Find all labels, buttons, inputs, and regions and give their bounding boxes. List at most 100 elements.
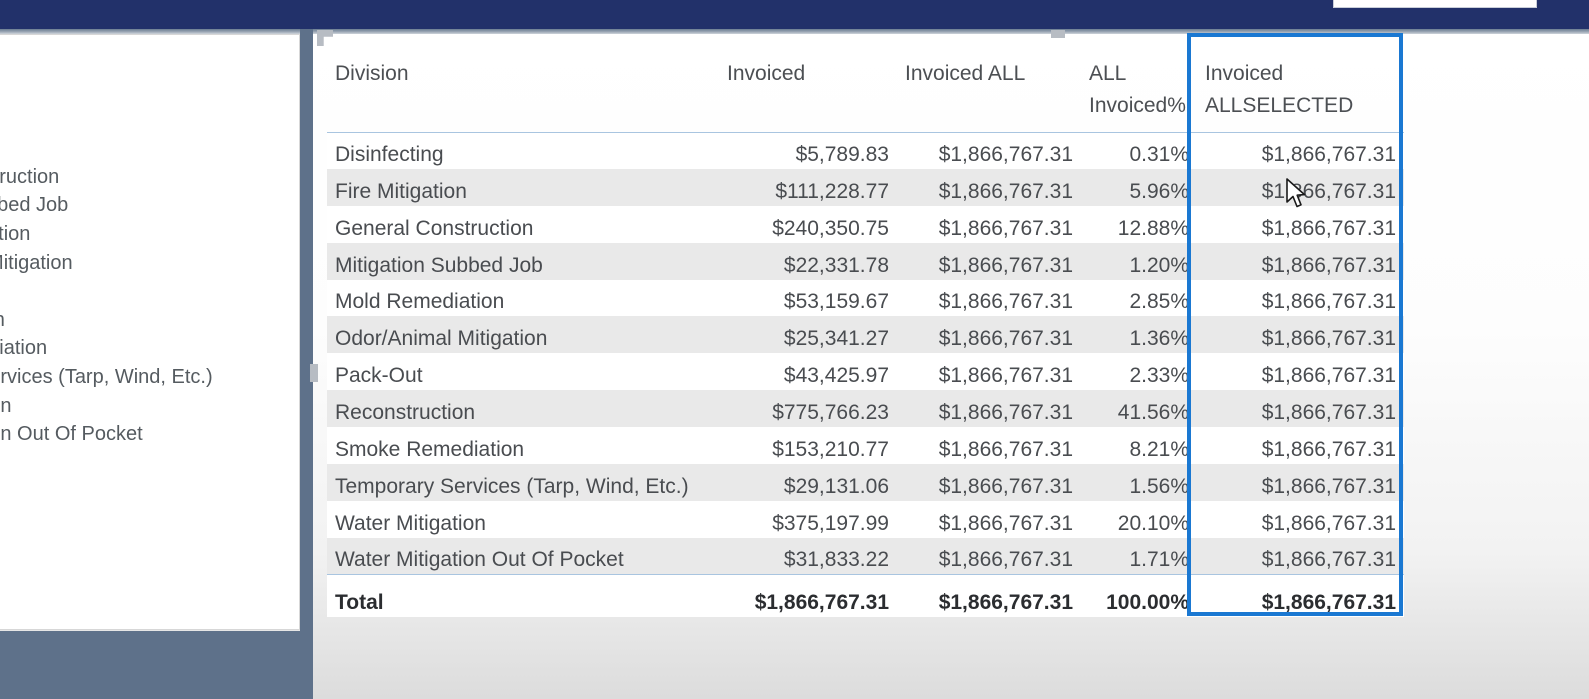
table-row[interactable]: Fire Mitigation $111,228.77 $1,866,767.31 5…	[327, 168, 1404, 206]
cell-invoiced: $375,197.99	[719, 500, 897, 538]
cell-all-invoiced-pct: 1.71%	[1081, 537, 1197, 575]
cell-division: General Construction	[327, 205, 719, 243]
table-row[interactable]: Reconstruction $775,766.23 $1,866,767.31 41…	[327, 390, 1404, 428]
slicer-item[interactable]: construction	[0, 306, 289, 335]
total-cell-invoiced-all: $1,866,767.31	[897, 574, 1081, 617]
cell-invoiced: $775,766.23	[719, 390, 897, 428]
table-row[interactable]: Water Mitigation Out Of Pocket $31,833.22…	[327, 537, 1404, 575]
slicer-item[interactable]: ld Remediation	[0, 220, 289, 249]
cell-invoiced: $25,341.27	[719, 316, 897, 354]
table-row[interactable]: Pack-Out $43,425.97 $1,866,767.31 2.33% $1,8…	[327, 353, 1404, 391]
column-header-all-invoiced-pct-line2: Invoiced%	[1089, 94, 1186, 117]
visual-resize-handle-top-middle[interactable]	[1051, 30, 1065, 38]
table-body[interactable]: Disinfecting $5,789.83 $1,866,767.31 0.31% $…	[327, 132, 1404, 617]
column-header-invoiced-allselected-line1: Invoiced	[1205, 62, 1284, 85]
table-row[interactable]: General Construction $240,350.75 $1,866,76…	[327, 205, 1404, 243]
cell-all-invoiced-pct: 2.85%	[1081, 279, 1197, 317]
slicer-item[interactable]: igation Subbed Job	[0, 191, 289, 220]
cell-division: Pack-Out	[327, 353, 719, 391]
mouse-cursor-icon	[1286, 178, 1306, 208]
slicer-item[interactable]: mporary Services (Tarp, Wind, Etc.)	[0, 363, 289, 392]
cell-division: Smoke Remediation	[327, 427, 719, 465]
cell-all-invoiced-pct: 0.31%	[1081, 132, 1197, 169]
table-row[interactable]: Mold Remediation $53,159.67 $1,866,767.31 2…	[327, 279, 1404, 317]
cell-all-invoiced-pct: 2.33%	[1081, 353, 1197, 391]
cell-invoiced-all: $1,866,767.31	[897, 427, 1081, 465]
cell-invoiced: $111,228.77	[719, 168, 897, 206]
column-header-invoiced[interactable]: Invoiced	[719, 40, 897, 133]
cell-invoiced: $240,350.75	[719, 205, 897, 243]
slicer-item[interactable]: k-Out	[0, 277, 289, 306]
table-row[interactable]: Odor/Animal Mitigation $25,341.27 $1,866,7…	[327, 316, 1404, 354]
bottom-slate-band	[0, 631, 313, 699]
column-header-invoiced-allselected-line2: ALLSELECTED	[1205, 94, 1354, 117]
cell-invoiced: $22,331.78	[719, 242, 897, 280]
matrix-visual[interactable]: Division Invoiced Invoiced ALL ALL Invoi…	[310, 30, 1418, 622]
cell-invoiced-allselected: $1,866,767.31	[1197, 464, 1404, 501]
slicer-item[interactable]: ter Mitigation Out Of Pocket	[0, 420, 289, 449]
slicer-item[interactable]: ter Mitigation	[0, 392, 289, 421]
cell-division: Temporary Services (Tarp, Wind, Etc.)	[327, 464, 719, 501]
total-cell-invoiced: $1,866,767.31	[719, 574, 897, 617]
slicer-item[interactable]: ect all	[0, 77, 289, 106]
cell-all-invoiced-pct: 41.56%	[1081, 390, 1197, 428]
column-header-invoiced-all[interactable]: Invoiced ALL	[897, 40, 1081, 133]
cell-invoiced-allselected: $1,866,767.31	[1197, 537, 1404, 575]
slicer-item-list[interactable]: ect allinfectinge Mitigationneral Constr…	[0, 77, 289, 449]
cell-all-invoiced-pct: 1.36%	[1081, 316, 1197, 354]
table-row[interactable]: Water Mitigation $375,197.99 $1,866,767.31…	[327, 500, 1404, 538]
column-header-division[interactable]: Division	[327, 40, 719, 133]
total-cell-division: Total	[327, 574, 719, 617]
total-cell-invoiced-allselected: $1,866,767.31	[1197, 574, 1404, 617]
screen-root: on ect allinfectinge Mitigationneral Con…	[0, 0, 1589, 699]
cell-invoiced-all: $1,866,767.31	[897, 353, 1081, 391]
column-header-invoiced-label: Invoiced	[727, 62, 806, 85]
cell-invoiced-all: $1,866,767.31	[897, 500, 1081, 538]
visual-resize-handle-left-middle[interactable]	[310, 364, 318, 382]
cell-invoiced-allselected: $1,866,767.31	[1197, 427, 1404, 465]
title-bar-white-field	[1333, 0, 1537, 8]
slicer-item[interactable]: oke Remediation	[0, 334, 289, 363]
cell-invoiced-allselected: $1,866,767.31	[1197, 353, 1404, 391]
cell-division: Reconstruction	[327, 390, 719, 428]
application-title-bar	[0, 0, 1589, 29]
cell-invoiced-all: $1,866,767.31	[897, 316, 1081, 354]
cell-all-invoiced-pct: 5.96%	[1081, 168, 1197, 206]
cell-all-invoiced-pct: 12.88%	[1081, 205, 1197, 243]
cell-all-invoiced-pct: 20.10%	[1081, 500, 1197, 538]
cell-invoiced-all: $1,866,767.31	[897, 132, 1081, 169]
cell-invoiced: $153,210.77	[719, 427, 897, 465]
cell-division: Mitigation Subbed Job	[327, 242, 719, 280]
cell-invoiced-allselected: $1,866,767.31	[1197, 316, 1404, 354]
cell-invoiced-allselected: $1,866,767.31	[1197, 390, 1404, 428]
cell-all-invoiced-pct: 1.20%	[1081, 242, 1197, 280]
column-header-invoiced-allselected[interactable]: Invoiced ALLSELECTED	[1197, 40, 1404, 133]
slicer-item[interactable]: infecting	[0, 106, 289, 135]
table-row[interactable]: Mitigation Subbed Job $22,331.78 $1,866,76…	[327, 242, 1404, 280]
invoiced-matrix-table[interactable]: Division Invoiced Invoiced ALL ALL Invoi…	[327, 40, 1404, 617]
division-slicer-panel[interactable]: on ect allinfectinge Mitigationneral Con…	[0, 34, 300, 630]
slicer-item[interactable]: or/Animal Mitigation	[0, 249, 289, 278]
cell-invoiced-all: $1,866,767.31	[897, 390, 1081, 428]
cell-invoiced-all: $1,866,767.31	[897, 168, 1081, 206]
cell-invoiced-allselected: $1,866,767.31	[1197, 500, 1404, 538]
cell-invoiced: $43,425.97	[719, 353, 897, 391]
slicer-item[interactable]: neral Construction	[0, 163, 289, 192]
cell-invoiced-all: $1,866,767.31	[897, 464, 1081, 501]
column-header-all-invoiced-pct-line1: ALL	[1089, 62, 1127, 85]
cell-invoiced-allselected: $1,866,767.31	[1197, 279, 1404, 317]
cell-invoiced-all: $1,866,767.31	[897, 242, 1081, 280]
cell-invoiced-allselected: $1,866,767.31	[1197, 242, 1404, 280]
column-header-all-invoiced-pct[interactable]: ALL Invoiced%	[1081, 40, 1197, 133]
cell-invoiced-allselected: $1,866,767.31	[1197, 132, 1404, 169]
cell-invoiced: $53,159.67	[719, 279, 897, 317]
cell-invoiced: $31,833.22	[719, 537, 897, 575]
table-row[interactable]: Smoke Remediation $153,210.77 $1,866,767.3…	[327, 427, 1404, 465]
cell-division: Odor/Animal Mitigation	[327, 316, 719, 354]
table-row[interactable]: Temporary Services (Tarp, Wind, Etc.) $29…	[327, 464, 1404, 501]
cell-division: Disinfecting	[327, 132, 719, 169]
slicer-item[interactable]: e Mitigation	[0, 134, 289, 163]
column-header-invoiced-all-label: Invoiced ALL	[905, 62, 1026, 85]
cell-invoiced: $29,131.06	[719, 464, 897, 501]
table-row[interactable]: Disinfecting $5,789.83 $1,866,767.31 0.31% $…	[327, 132, 1404, 169]
